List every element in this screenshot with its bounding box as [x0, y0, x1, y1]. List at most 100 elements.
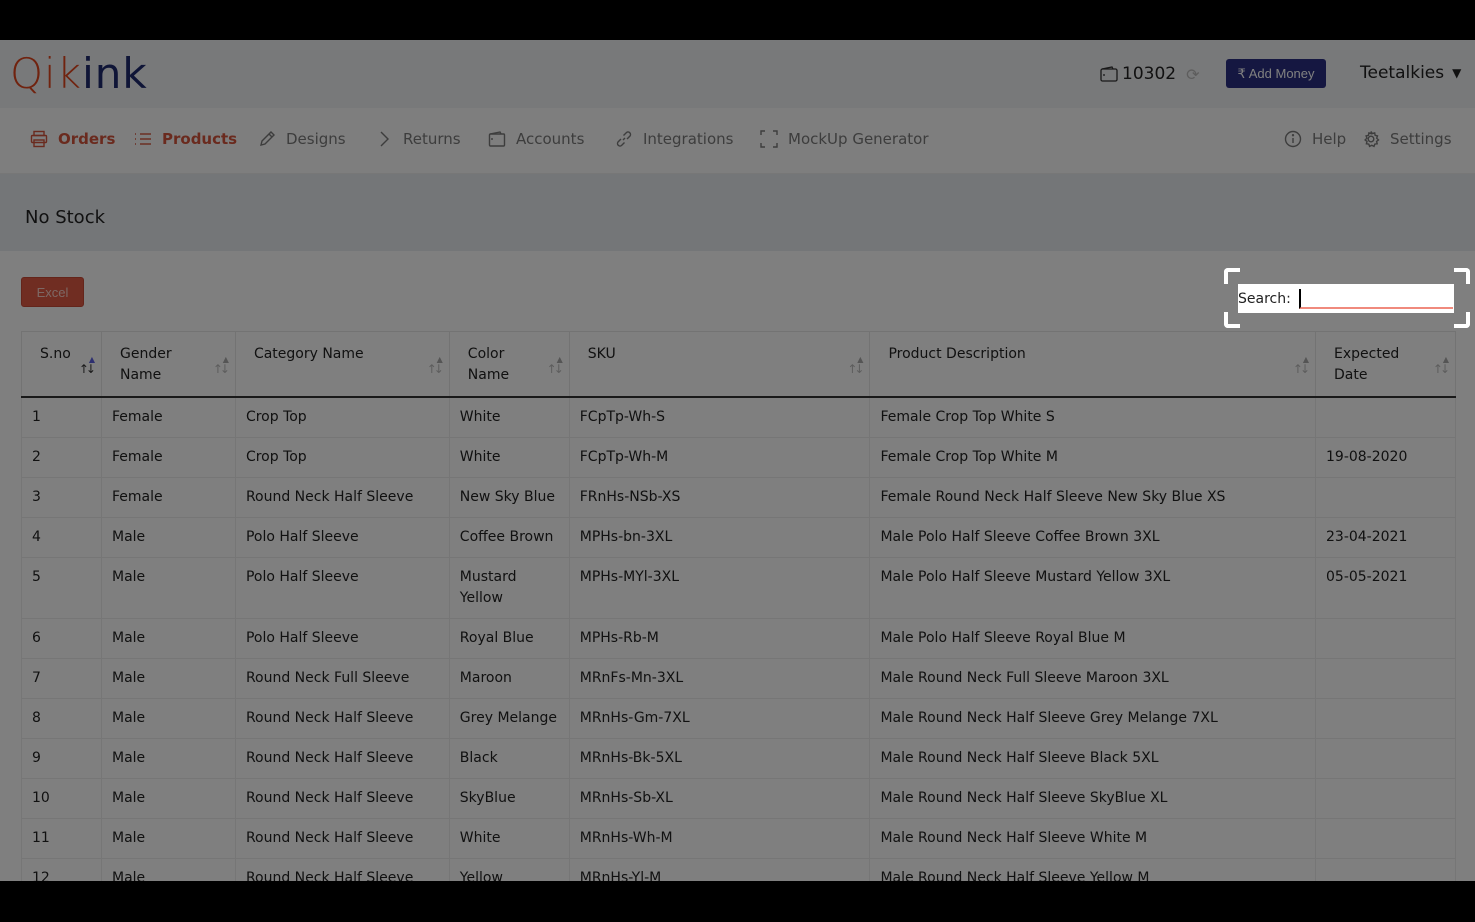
printer-icon — [30, 130, 48, 148]
column-header-expected-date[interactable]: Expected Date ↑↓ ▲ — [1315, 331, 1456, 398]
user-menu-dropdown[interactable]: Teetalkies ▼ — [1360, 63, 1461, 83]
cell-category: Polo Half Sleeve — [234, 517, 450, 558]
main-nav: Orders Products Designs Returns Accounts… — [0, 108, 1475, 174]
column-header-sku[interactable]: SKU ↑↓ ▲ — [568, 331, 871, 398]
wallet-icon — [1100, 66, 1118, 82]
column-label: SKU — [587, 346, 616, 362]
add-money-button[interactable]: ₹ Add Money — [1226, 59, 1326, 88]
nav-integrations[interactable]: Integrations — [615, 130, 733, 148]
column-header-gender[interactable]: Gender Name ↑↓ ▲ — [100, 331, 236, 398]
column-label: Product Description — [888, 346, 1026, 362]
cell-sno: 11 — [21, 818, 102, 859]
cell-color: Maroon — [448, 658, 570, 699]
app-viewport: Qikink 10302 ⟳ ₹ Add Money Teetalkies ▼ … — [0, 40, 1475, 881]
rupee-icon: ₹ — [1237, 65, 1246, 81]
user-name: Teetalkies — [1360, 63, 1445, 83]
column-header-description[interactable]: Product Description ↑↓ ▲ — [869, 331, 1316, 398]
search-input[interactable] — [1298, 288, 1453, 309]
nav-returns[interactable]: Returns — [375, 130, 461, 148]
nav-accounts[interactable]: Accounts — [488, 130, 584, 148]
cell-gender: Male — [100, 618, 236, 659]
table-row[interactable]: 3 Female Round Neck Half Sleeve New Sky Blu… — [21, 477, 1456, 518]
help-label: Help — [1312, 130, 1347, 148]
cell-color: New Sky Blue — [448, 477, 570, 518]
cell-sku: FRnHs-NSb-XS — [568, 477, 871, 518]
cell-expected-date — [1315, 738, 1456, 779]
gear-icon — [1364, 131, 1380, 148]
excel-export-button[interactable]: Excel — [21, 277, 84, 307]
nav-help[interactable]: Help — [1284, 130, 1346, 148]
nav-mockup-generator[interactable]: MockUp Generator — [760, 130, 929, 148]
refresh-icon[interactable]: ⟳ — [1186, 65, 1199, 84]
qikink-logo[interactable]: Qikink — [10, 48, 148, 100]
cell-description: Male Round Neck Half Sleeve Grey Melange… — [869, 698, 1316, 739]
nav-label: MockUp Generator — [788, 130, 929, 148]
cell-category: Round Neck Full Sleeve — [234, 658, 450, 699]
cell-color: White — [448, 396, 570, 438]
table-row[interactable]: 2 Female Crop Top White FCpTp-Wh-M Female Cro… — [21, 437, 1456, 478]
cell-description: Male Polo Half Sleeve Mustard Yellow 3XL — [869, 557, 1316, 619]
cell-expected-date — [1315, 658, 1456, 699]
table-row[interactable]: 11 Male Round Neck Half Sleeve White MRnHs-W… — [21, 818, 1456, 859]
cell-sku: FCpTp-Wh-S — [568, 396, 871, 438]
no-stock-table: S.no ↑↓ ▲ Gender Name ↑↓ ▲ Category Name ↑↓ ▲ … — [21, 331, 1456, 881]
cell-color: SkyBlue — [448, 778, 570, 819]
cell-category: Crop Top — [234, 396, 450, 438]
cell-sku: MRnHs-Sb-XL — [568, 778, 871, 819]
sort-icon[interactable]: ↑↓ ▲ — [79, 355, 96, 380]
table-row[interactable]: 6 Male Polo Half Sleeve Royal Blue MPHs-Rb-M… — [21, 618, 1456, 659]
sort-icon[interactable]: ↑↓ ▲ — [547, 355, 564, 380]
cell-gender: Female — [100, 396, 236, 438]
column-header-category[interactable]: Category Name ↑↓ ▲ — [234, 331, 450, 398]
wallet-amount: 10302 — [1122, 64, 1177, 84]
cell-gender: Female — [100, 477, 236, 518]
cell-color: Yellow — [448, 858, 570, 881]
cell-gender: Male — [100, 557, 236, 619]
cell-expected-date — [1315, 778, 1456, 819]
sort-icon[interactable]: ↑↓ ▲ — [1433, 355, 1450, 380]
cell-description: Male Round Neck Half Sleeve SkyBlue XL — [869, 778, 1316, 819]
cell-category: Round Neck Half Sleeve — [234, 858, 450, 881]
table-row[interactable]: 9 Male Round Neck Half Sleeve Black MRnHs-Bk… — [21, 738, 1456, 779]
cell-description: Male Polo Half Sleeve Coffee Brown 3XL — [869, 517, 1316, 558]
nav-settings[interactable]: Settings — [1362, 130, 1452, 148]
cell-gender: Male — [100, 658, 236, 699]
sort-icon[interactable]: ↑↓ ▲ — [1293, 355, 1310, 380]
table-row[interactable]: 7 Male Round Neck Full Sleeve Maroon MRnFs-M… — [21, 658, 1456, 699]
cell-gender: Male — [100, 818, 236, 859]
nav-label: Integrations — [643, 130, 734, 148]
nav-products[interactable]: Products — [134, 130, 237, 148]
sort-icon[interactable]: ↑↓ ▲ — [847, 355, 864, 380]
cell-expected-date — [1315, 618, 1456, 659]
table-row[interactable]: 8 Male Round Neck Half Sleeve Grey Melange M… — [21, 698, 1456, 739]
sort-icon[interactable]: ↑↓ ▲ — [213, 355, 230, 380]
column-header-color[interactable]: Color Name ↑↓ ▲ — [448, 331, 570, 398]
settings-label: Settings — [1390, 130, 1452, 148]
cell-expected-date — [1315, 477, 1456, 518]
chevron-down-icon: ▼ — [1452, 66, 1462, 80]
cell-expected-date: 23-04-2021 — [1315, 517, 1456, 558]
table-row[interactable]: 4 Male Polo Half Sleeve Coffee Brown MPHs-bn… — [21, 517, 1456, 558]
letterbox-top — [0, 0, 1475, 40]
cell-gender: Male — [100, 517, 236, 558]
table-row[interactable]: 1 Female Crop Top White FCpTp-Wh-S Female Cro… — [21, 396, 1456, 438]
column-label: Category Name — [253, 346, 364, 362]
table-row[interactable]: 10 Male Round Neck Half Sleeve SkyBlue MRnHs… — [21, 778, 1456, 819]
top-header: Qikink 10302 ⟳ ₹ Add Money Teetalkies ▼ — [0, 40, 1475, 108]
cell-sno: 7 — [21, 658, 102, 699]
table-row[interactable]: 5 Male Polo Half Sleeve Mustard Yellow MPHs-… — [21, 557, 1456, 619]
nav-designs[interactable]: Designs — [258, 130, 346, 148]
table-header-row: S.no ↑↓ ▲ Gender Name ↑↓ ▲ Category Name ↑↓ ▲ … — [21, 331, 1456, 398]
cell-sno: 4 — [21, 517, 102, 558]
cell-category: Round Neck Half Sleeve — [234, 698, 450, 739]
column-label: Gender Name — [119, 346, 172, 383]
cell-expected-date — [1315, 396, 1456, 438]
nav-label: Designs — [286, 130, 346, 148]
chevron-right-icon — [380, 131, 389, 147]
column-header-sno[interactable]: S.no ↑↓ ▲ — [21, 331, 102, 398]
table-row[interactable]: 12 Male Round Neck Half Sleeve Yellow MRnHs-… — [21, 858, 1456, 881]
sort-icon[interactable]: ↑↓ ▲ — [427, 355, 444, 380]
nav-orders[interactable]: Orders — [30, 130, 115, 148]
cell-expected-date: 19-08-2020 — [1315, 437, 1456, 478]
cell-sku: MPHs-bn-3XL — [568, 517, 871, 558]
